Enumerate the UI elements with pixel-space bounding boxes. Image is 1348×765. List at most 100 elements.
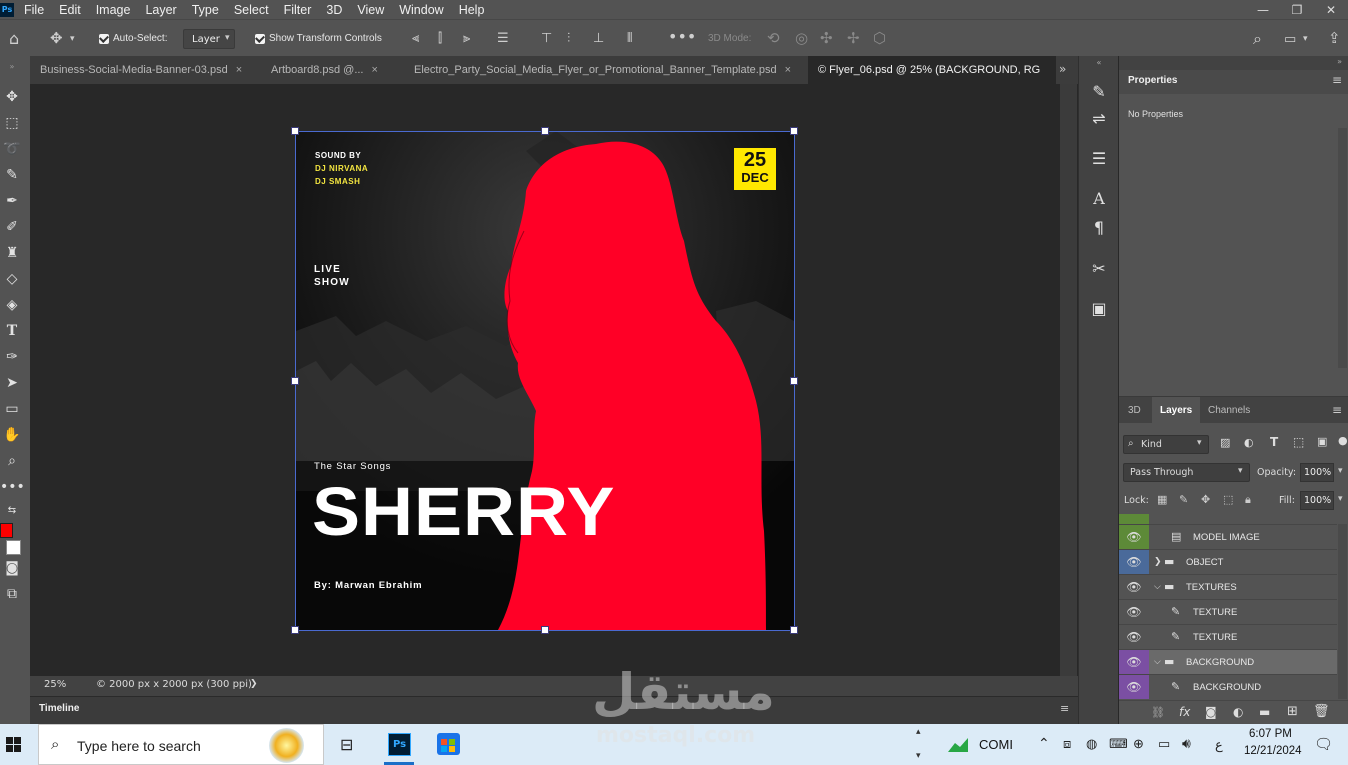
collapse-icon[interactable]: «: [1088, 58, 1110, 67]
auto-select-checkbox[interactable]: [99, 34, 109, 44]
properties-title[interactable]: Properties: [1128, 75, 1177, 86]
lock-artboard-icon[interactable]: ⬚: [1223, 493, 1233, 506]
filter-pixel-icon[interactable]: ▨: [1220, 436, 1230, 449]
panel-menu-icon[interactable]: ≡: [1332, 73, 1342, 87]
menu-image[interactable]: Image: [96, 3, 131, 17]
taskbar-search-box[interactable]: ⌕ Type here to search: [38, 724, 324, 765]
close-tab-icon[interactable]: ×: [372, 64, 378, 76]
distribute-icon[interactable]: ☰: [497, 31, 509, 46]
lock-all-icon[interactable]: 🔒︎: [1245, 493, 1251, 507]
history-icon[interactable]: ▣: [1088, 299, 1110, 318]
display-icon[interactable]: ▭: [1158, 736, 1170, 752]
align-bottom-icon[interactable]: ⊥: [593, 31, 604, 46]
layer-row[interactable]: 👁︎ ▤ MODEL IMAGE: [1119, 524, 1337, 549]
visibility-eye-icon[interactable]: 👁︎: [1119, 650, 1149, 674]
new-layer-icon[interactable]: ⊞: [1287, 704, 1298, 719]
layer-row[interactable]: 👁︎ ⌵ ▬ BACKGROUND: [1119, 649, 1337, 674]
canvas-vertical-scrollbar[interactable]: [1060, 84, 1077, 676]
menu-edit[interactable]: Edit: [59, 3, 81, 17]
marquee-tool-icon[interactable]: ⬚: [0, 115, 24, 131]
transform-handle[interactable]: [790, 626, 798, 634]
stock-chart-icon[interactable]: [947, 737, 969, 753]
lock-pixels-icon[interactable]: ✎: [1179, 493, 1188, 506]
align-top-icon[interactable]: ⊤: [541, 31, 552, 46]
visibility-eye-icon[interactable]: 👁︎: [1119, 550, 1149, 574]
scroll-down-icon[interactable]: ▾: [916, 750, 921, 761]
brush-settings-icon[interactable]: ✎: [1088, 82, 1110, 101]
auto-select-dropdown[interactable]: Layer ▾: [183, 29, 235, 49]
lock-transparent-icon[interactable]: ▦: [1157, 493, 1167, 506]
network-status-icon[interactable]: ◍: [1086, 736, 1097, 752]
foreground-color-swatch[interactable]: [0, 523, 13, 538]
link-layers-icon[interactable]: ⛓: [1151, 706, 1165, 719]
visibility-eye-icon[interactable]: 👁︎: [1119, 525, 1149, 549]
chevron-down-icon[interactable]: ▾: [1338, 494, 1343, 504]
layer-row[interactable]: 👁︎ ✎ TEXTURE: [1119, 624, 1337, 649]
panel-menu-icon[interactable]: ≡: [1060, 702, 1069, 715]
move-tool-icon[interactable]: ✥: [50, 31, 63, 46]
transform-handle[interactable]: [541, 127, 549, 135]
filter-shape-icon[interactable]: ⬚: [1293, 435, 1304, 449]
scroll-up-icon[interactable]: ▴: [916, 726, 921, 737]
rectangle-tool-icon[interactable]: ▭: [0, 401, 24, 417]
close-tab-icon[interactable]: ×: [236, 64, 242, 76]
layer-row[interactable]: 👁︎ ⌵ ▬ TEXTURES: [1119, 574, 1337, 599]
close-tab-icon[interactable]: ×: [785, 64, 791, 76]
menu-filter[interactable]: Filter: [284, 3, 312, 17]
path-select-tool-icon[interactable]: ➤: [0, 375, 24, 391]
quick-select-tool-icon[interactable]: ✎: [0, 167, 24, 183]
photoshop-taskbar-icon[interactable]: Ps: [388, 733, 411, 756]
tab-flyer-06[interactable]: © Flyer_06.psd @ 25% (BACKGROUND, RG: [808, 56, 1056, 84]
delete-layer-icon[interactable]: 🗑︎: [1313, 704, 1330, 719]
paint-bucket-tool-icon[interactable]: ◈: [0, 297, 24, 313]
screen-mode-icon[interactable]: ⧉: [0, 586, 24, 602]
layer-row[interactable]: 👁︎ ✎ BACKGROUND: [1119, 674, 1337, 699]
menu-file[interactable]: File: [24, 3, 44, 17]
close-window-icon[interactable]: ✕: [1314, 0, 1348, 19]
location-icon[interactable]: ⊕: [1133, 736, 1144, 752]
blend-mode-dropdown[interactable]: Pass Through ▾: [1123, 463, 1250, 482]
type-tool-icon[interactable]: T: [0, 323, 24, 339]
chevron-down-icon[interactable]: ▾: [1303, 32, 1308, 47]
windows-start-icon[interactable]: [6, 737, 21, 752]
layer-row[interactable]: 👁︎ ✎ TEXTURE: [1119, 599, 1337, 624]
fill-input[interactable]: 100%: [1300, 491, 1334, 510]
volume-icon[interactable]: 🔊︎: [1182, 735, 1191, 752]
visibility-eye-icon[interactable]: 👁︎: [1119, 575, 1149, 599]
paragraph-icon[interactable]: ¶: [1088, 218, 1110, 237]
move-tool-icon[interactable]: ✥: [0, 89, 24, 105]
opacity-input[interactable]: 100%: [1300, 463, 1334, 482]
collapse-icon[interactable]: »: [1337, 57, 1342, 66]
panel-menu-icon[interactable]: ≡: [1332, 403, 1342, 417]
align-middle-v-icon[interactable]: ⫶: [567, 31, 570, 46]
quick-mask-icon[interactable]: ◙: [0, 560, 24, 576]
zoom-level[interactable]: 25%: [44, 679, 66, 690]
filter-toggle-icon[interactable]: ●: [1338, 434, 1348, 447]
collapse-icon[interactable]: »: [0, 62, 24, 71]
minimize-icon[interactable]: —: [1246, 0, 1280, 19]
input-indicator-icon[interactable]: ⌨: [1109, 736, 1128, 752]
tool-presets-icon[interactable]: ✂: [1088, 259, 1110, 278]
meet-icon[interactable]: ⧈: [1063, 736, 1071, 752]
tab-artboard8[interactable]: Artboard8.psd @... ×: [261, 56, 401, 84]
properties-scrollbar[interactable]: [1338, 128, 1347, 368]
share-icon[interactable]: ⇪: [1328, 31, 1341, 46]
distribute-v-icon[interactable]: ⫴: [627, 31, 632, 46]
visibility-eye-icon[interactable]: 👁︎: [1119, 625, 1149, 649]
swap-colors-icon[interactable]: ⇆: [0, 505, 24, 516]
eyedropper-tool-icon[interactable]: ✒: [0, 193, 24, 209]
align-center-h-icon[interactable]: ⫿: [438, 31, 442, 46]
menu-3d[interactable]: 3D: [326, 3, 342, 17]
clock-time[interactable]: 6:07 PM: [1249, 728, 1292, 740]
search-icon[interactable]: ⌕: [1253, 31, 1262, 47]
more-tools-icon[interactable]: •••: [0, 479, 25, 495]
transform-controls-checkbox[interactable]: [255, 34, 265, 44]
tab-business-banner[interactable]: Business-Social-Media-Banner-03.psd ×: [30, 56, 258, 84]
group-expand-icon[interactable]: ⌵: [1154, 582, 1161, 592]
store-taskbar-icon[interactable]: [437, 733, 460, 755]
photoshop-logo-icon[interactable]: Ps: [0, 2, 14, 17]
layer-row[interactable]: 👁︎ ❯ ▬ OBJECT: [1119, 549, 1337, 574]
3d-pan-icon[interactable]: ✣: [820, 31, 833, 46]
transform-handle[interactable]: [541, 626, 549, 634]
menu-select[interactable]: Select: [234, 3, 269, 17]
